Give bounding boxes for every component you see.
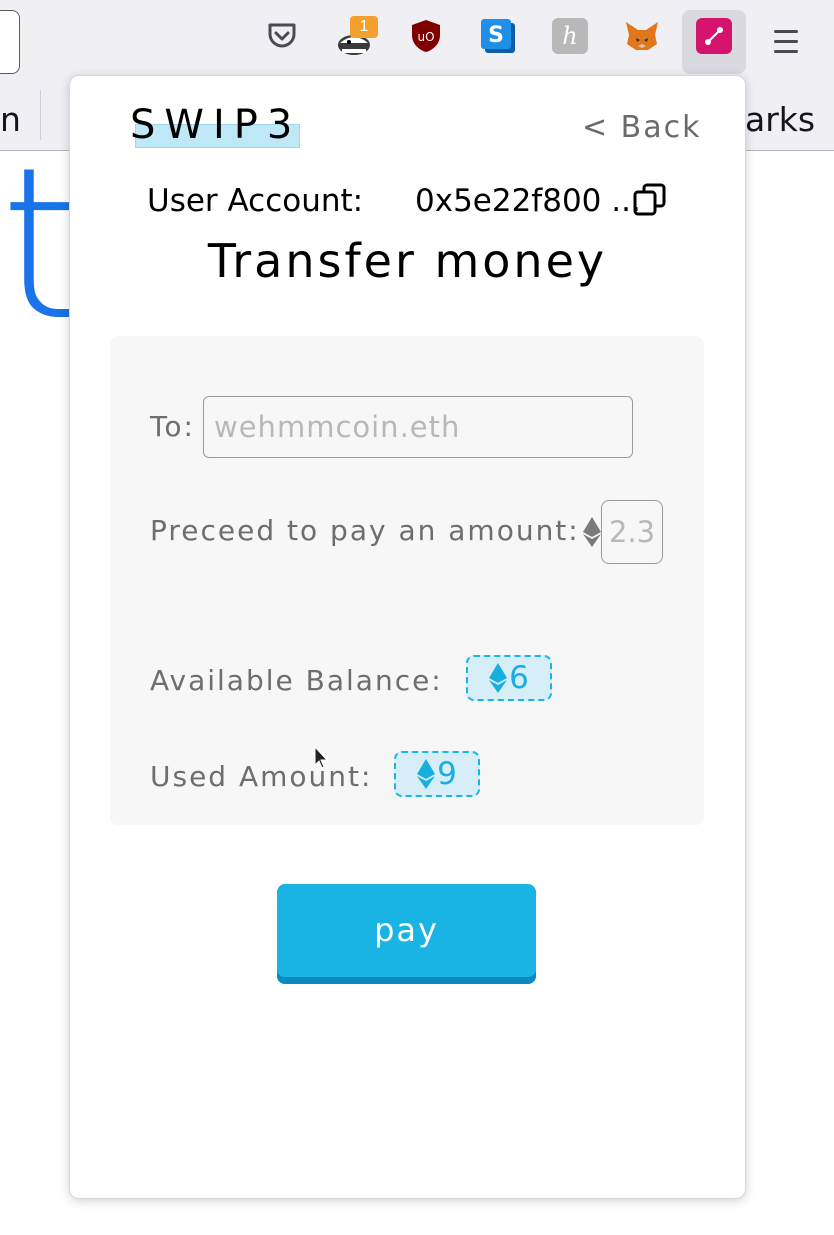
copy-icon[interactable] [633, 183, 667, 217]
swip3-popup: SWIP3 < Back User Account: 0x5e22f800 ..… [69, 75, 746, 1199]
amount-input[interactable] [601, 500, 663, 564]
balance-label: Available Balance: [150, 664, 443, 697]
amount-label: Preceed to pay an amount: [150, 514, 580, 547]
svg-text:h: h [562, 22, 577, 50]
metamask-fox-icon[interactable] [624, 18, 660, 54]
used-amount-value: 9 [437, 756, 457, 792]
account-address: 0x5e22f800 ... [415, 183, 641, 219]
h-extension-icon[interactable]: h [552, 18, 588, 54]
back-button[interactable]: < Back [582, 110, 702, 145]
ublock-origin-icon[interactable]: uO [408, 18, 444, 54]
url-bar-edge[interactable] [0, 10, 20, 74]
transfer-form: To: Preceed to pay an amount: Available … [110, 336, 704, 825]
to-label: To: [150, 410, 195, 443]
balance-value: 6 [509, 660, 529, 696]
used-amount-chip: 9 [394, 751, 480, 797]
hamburger-menu-icon[interactable] [770, 28, 802, 56]
s-extension-icon[interactable]: S [480, 18, 516, 54]
ethereum-icon [583, 517, 601, 547]
svg-text:uO: uO [417, 30, 434, 44]
pocket-icon[interactable] [264, 18, 300, 54]
balance-chip: 6 [466, 655, 552, 701]
ethereum-icon [489, 663, 508, 693]
recipient-input[interactable] [203, 396, 633, 458]
browser-toolbar: 1 uO S h [0, 0, 834, 84]
svg-text:S: S [488, 23, 504, 48]
used-amount-label: Used Amount: [150, 760, 373, 793]
ethereum-icon [417, 759, 436, 789]
page-title: Transfer money [207, 234, 608, 288]
account-label: User Account: [147, 183, 364, 219]
pay-button[interactable]: pay [277, 884, 536, 984]
swip3-extension-icon[interactable] [696, 18, 732, 54]
bookmark-fragment-right[interactable]: arks [745, 100, 815, 139]
mouse-cursor-icon [314, 745, 329, 770]
extension-badge-count: 1 [350, 16, 378, 38]
swip3-logo: SWIP3 [130, 102, 302, 148]
